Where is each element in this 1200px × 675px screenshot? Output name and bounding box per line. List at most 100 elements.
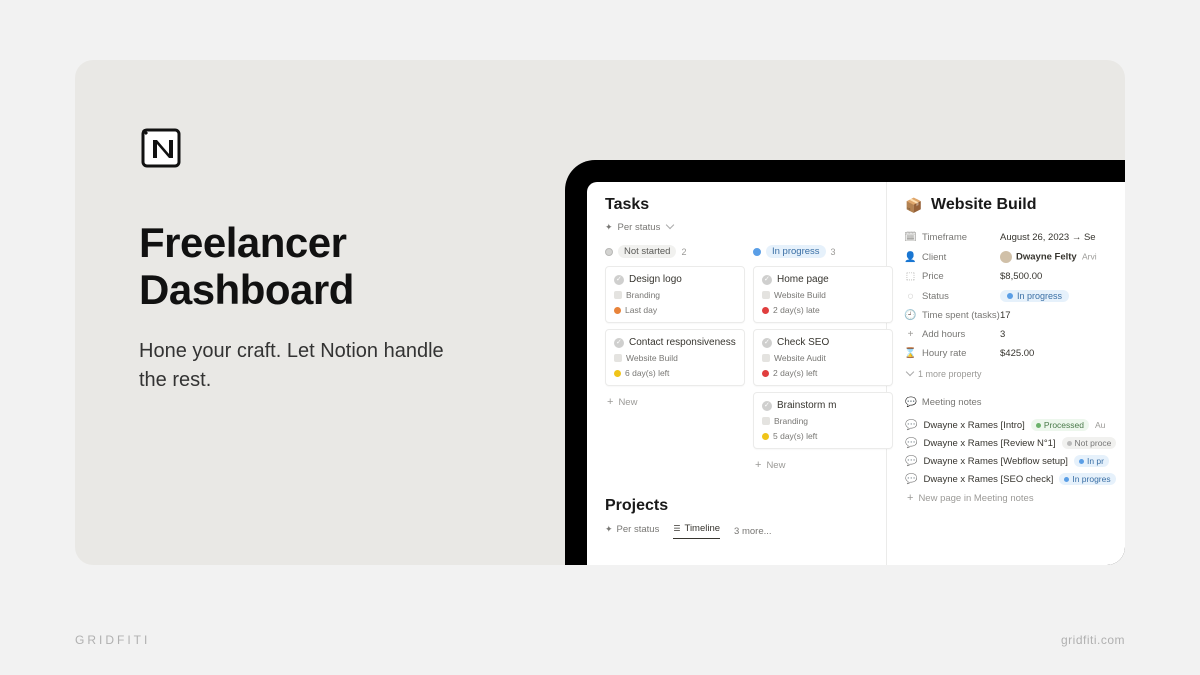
new-task-button[interactable]: New — [605, 392, 745, 412]
promo-headline: Freelancer Dashboard — [139, 219, 450, 313]
status-icon: ◌ — [905, 291, 916, 302]
task-project: Branding — [626, 290, 660, 300]
timeline-icon — [673, 523, 680, 534]
task-due: 2 day(s) late — [773, 305, 820, 315]
column-count: 2 — [681, 247, 686, 257]
property-label: Status — [922, 291, 949, 302]
chevron-down-icon — [905, 369, 913, 379]
property-value: $8,500.00 — [1000, 271, 1042, 282]
property-label: Time spent (tasks) — [922, 310, 1000, 321]
property-row[interactable]: ◌ Status In progress — [905, 286, 1125, 306]
price-icon: ⬚ — [905, 271, 916, 282]
check-icon — [762, 338, 772, 348]
property-label: Client — [922, 252, 946, 263]
task-due: Last day — [625, 305, 657, 315]
note-name: Dwayne x Rames [Webflow setup] — [923, 456, 1068, 467]
property-row[interactable]: 🗓 Timeframe August 26, 2023 → Se — [905, 228, 1125, 247]
column-header: Not started 2 — [605, 245, 745, 258]
check-icon — [614, 338, 624, 348]
due-dot-icon — [762, 370, 769, 377]
chevron-down-icon — [665, 222, 673, 233]
task-project: Branding — [774, 416, 808, 426]
task-card[interactable]: Design logo Branding Last day — [605, 266, 745, 323]
new-task-button[interactable]: New — [753, 455, 893, 475]
task-title: Home page — [777, 274, 829, 285]
chat-icon: 💬 — [905, 474, 917, 485]
clock-icon: 🕘 — [905, 310, 916, 321]
promo-tagline: Hone your craft. Let Notion handle the r… — [139, 337, 450, 395]
note-name: Dwayne x Rames [Intro] — [923, 420, 1024, 431]
property-label: Timeframe — [922, 232, 967, 243]
task-title: Design logo — [629, 274, 682, 285]
note-status: In pr — [1074, 455, 1109, 467]
property-label: Add hours — [922, 329, 965, 340]
property-row[interactable]: 🕘 Time spent (tasks) 17 — [905, 306, 1125, 325]
plus-icon: + — [905, 329, 916, 340]
task-card[interactable]: Contact responsiveness Website Build 6 d… — [605, 329, 745, 386]
property-row[interactable]: ⌛ Houry rate $425.00 — [905, 344, 1125, 363]
note-status: Processed — [1031, 419, 1089, 431]
check-icon — [614, 275, 624, 285]
tab-timeline[interactable]: Timeline — [673, 523, 720, 539]
meeting-note-row[interactable]: 💬 Dwayne x Rames [SEO check] In progres — [905, 470, 1125, 488]
property-value: 17 — [1000, 310, 1011, 321]
hourglass-icon: ⌛ — [905, 348, 916, 359]
sparkle-icon — [605, 524, 613, 535]
property-row[interactable]: ⬚ Price $8,500.00 — [905, 267, 1125, 286]
task-due: 2 day(s) left — [773, 368, 817, 378]
tablet-frame: Tasks Per status Not started 2 Design lo… — [565, 160, 1125, 565]
column-count: 3 — [831, 247, 836, 257]
task-due: 5 day(s) left — [773, 431, 817, 441]
task-title: Check SEO — [777, 337, 829, 348]
status-dot-icon — [605, 248, 613, 256]
more-properties[interactable]: 1 more property — [905, 369, 1125, 379]
note-name: Dwayne x Rames [Review N°1] — [923, 438, 1055, 449]
task-card[interactable]: Check SEO Website Audit 2 day(s) left — [753, 329, 893, 386]
task-due: 6 day(s) left — [625, 368, 669, 378]
footer-brand: GRIDFITI — [75, 633, 150, 647]
check-icon — [762, 275, 772, 285]
column-header: In progress 3 — [753, 245, 893, 258]
plus-icon — [607, 396, 613, 408]
task-title: Contact responsiveness — [629, 337, 736, 348]
note-name: Dwayne x Rames [SEO check] — [923, 474, 1053, 485]
status-pill: In progress — [1000, 290, 1069, 302]
project-icon — [614, 354, 622, 362]
property-label: Houry rate — [922, 348, 966, 359]
notion-logo-icon — [139, 124, 185, 170]
task-card[interactable]: Home page Website Build 2 day(s) late — [753, 266, 893, 323]
detail-page-title: Website Build — [931, 196, 1037, 214]
due-dot-icon — [762, 307, 769, 314]
column-label: Not started — [618, 245, 676, 258]
due-dot-icon — [614, 370, 621, 377]
note-status: Not proce — [1062, 437, 1117, 449]
task-title: Brainstorm m — [777, 400, 836, 411]
property-row[interactable]: 👤 Client Dwayne Felty Arvi — [905, 247, 1125, 267]
meeting-note-row[interactable]: 💬 Dwayne x Rames [Intro] Processed Au — [905, 416, 1125, 434]
task-project: Website Build — [626, 353, 678, 363]
meeting-note-row[interactable]: 💬 Dwayne x Rames [Review N°1] Not proce — [905, 434, 1125, 452]
chat-icon: 💬 — [905, 438, 917, 449]
project-icon — [614, 291, 622, 299]
tasks-title: Tasks — [605, 196, 876, 214]
due-dot-icon — [762, 433, 769, 440]
meeting-note-row[interactable]: 💬 Dwayne x Rames [Webflow setup] In pr — [905, 452, 1125, 470]
client-name: Dwayne Felty — [1016, 252, 1077, 263]
chat-icon: 💬 — [905, 420, 917, 431]
tasks-view-selector[interactable]: Per status — [605, 222, 876, 233]
status-dot-icon — [753, 248, 761, 256]
tabs-more[interactable]: 3 more... — [734, 526, 772, 537]
task-project: Website Build — [774, 290, 826, 300]
property-label: Price — [922, 271, 944, 282]
tab-per-status[interactable]: Per status — [605, 524, 659, 539]
avatar-icon — [1000, 251, 1012, 263]
property-row[interactable]: + Add hours 3 — [905, 325, 1125, 344]
task-project: Website Audit — [774, 353, 826, 363]
tasks-view-label: Per status — [618, 222, 661, 233]
new-meeting-note[interactable]: New page in Meeting notes — [905, 488, 1125, 508]
project-icon — [762, 291, 770, 299]
task-card[interactable]: Brainstorm m Branding 5 day(s) left — [753, 392, 893, 449]
meeting-notes-title: Meeting notes — [922, 397, 982, 408]
plus-icon — [755, 459, 761, 471]
note-status: In progres — [1059, 473, 1115, 485]
